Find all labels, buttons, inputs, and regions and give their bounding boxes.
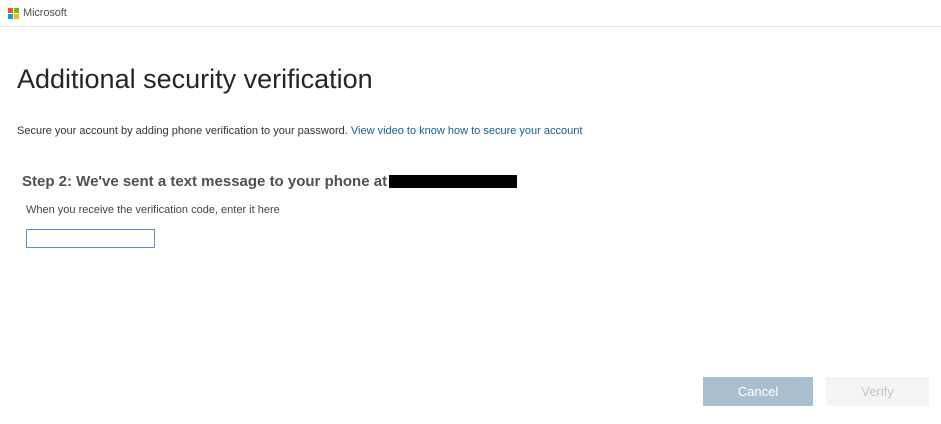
verify-button[interactable]: Verify	[826, 377, 929, 406]
redacted-phone-number	[389, 175, 518, 188]
logo-square-blue	[8, 13, 13, 19]
verification-code-input[interactable]	[26, 229, 155, 248]
microsoft-logo-icon	[8, 7, 19, 19]
intro-text: Secure your account by adding phone veri…	[17, 125, 582, 137]
video-help-link[interactable]: View video to know how to secure your ac…	[351, 125, 583, 137]
verification-code-label: When you receive the verification code, …	[26, 204, 280, 216]
logo-square-red	[8, 7, 13, 13]
step-heading-text: Step 2: We've sent a text message to you…	[22, 173, 388, 190]
page: Microsoft Additional security verificati…	[0, 0, 941, 424]
logo-square-yellow	[14, 13, 19, 19]
cancel-button[interactable]: Cancel	[703, 377, 813, 406]
brand-name: Microsoft	[23, 7, 67, 19]
page-title: Additional security verification	[17, 64, 373, 94]
intro-description: Secure your account by adding phone veri…	[17, 125, 348, 137]
logo-square-green	[14, 7, 19, 13]
microsoft-brand: Microsoft	[8, 7, 67, 19]
top-bar: Microsoft	[0, 0, 941, 27]
step-heading: Step 2: We've sent a text message to you…	[22, 173, 518, 190]
